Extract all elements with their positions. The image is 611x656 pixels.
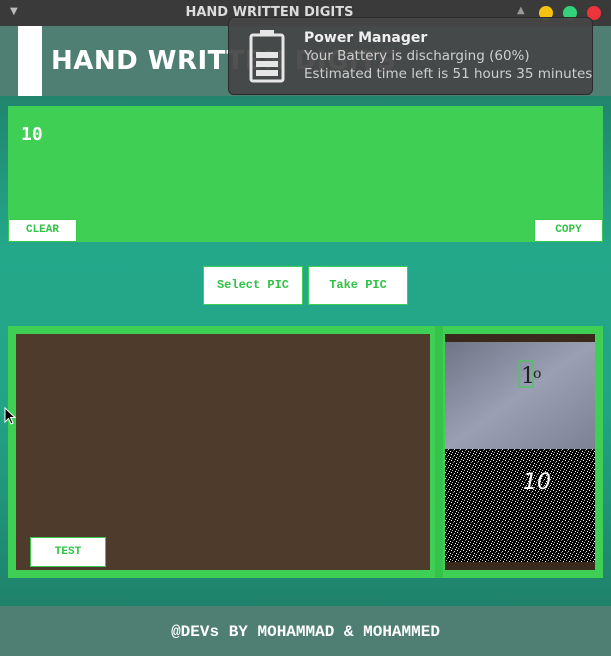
window-shade-icon[interactable]: ▲ [517,5,525,16]
take-pic-button[interactable]: Take PIC [308,266,408,305]
panel-divider [435,326,443,578]
select-pic-button[interactable]: Select PIC [203,266,303,305]
clear-button[interactable]: CLEAR [8,219,77,242]
image-preview: 1 o 10 [445,334,595,570]
copy-button[interactable]: COPY [534,219,603,242]
processed-image [445,449,595,562]
app-footer: @DEVs BY MOHAMMAD & MOHAMMED [0,606,611,656]
test-button[interactable]: TEST [30,537,106,567]
work-panel: TEST 1 o 10 [8,326,603,578]
footer-credits: @DEVs BY MOHAMMAD & MOHAMMED [171,623,440,641]
mouse-cursor-icon [4,407,16,425]
battery-icon [249,30,285,83]
notification-detail: Estimated time left is 51 hours 35 minut… [304,66,593,82]
svg-text:10: 10 [523,470,551,495]
header-accent-bar [18,26,42,96]
power-notification[interactable]: Power Manager Your Battery is dischargin… [228,17,593,95]
notification-title: Power Manager [304,30,428,46]
result-value: 10 [21,124,43,145]
result-panel: 10 CLEAR COPY [8,106,603,242]
svg-text:o: o [533,366,541,382]
preview-image: 1 o 10 [445,334,595,570]
notification-message: Your Battery is discharging (60%) [304,48,530,64]
original-photo [445,342,595,449]
drawing-canvas[interactable]: TEST [16,334,430,570]
